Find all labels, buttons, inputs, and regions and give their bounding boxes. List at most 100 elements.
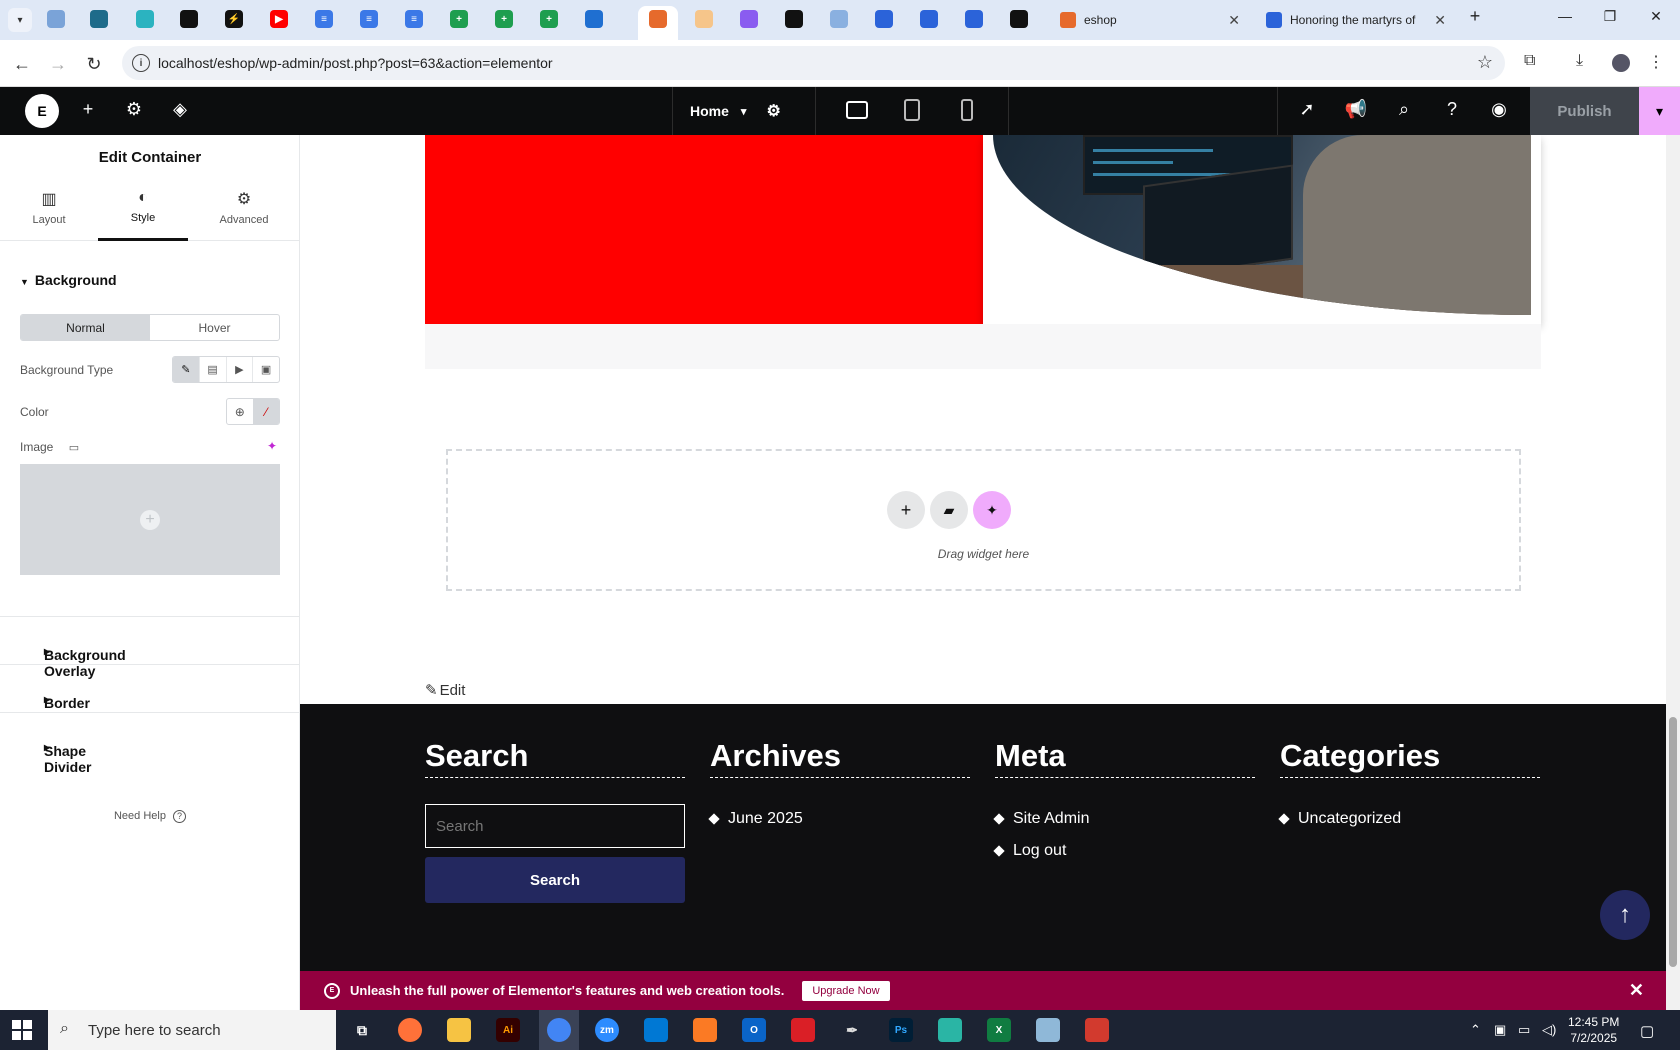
search-icon[interactable]: ⌕ [1392, 99, 1416, 120]
desktop-device-icon[interactable] [846, 101, 868, 119]
canvas-scrollbar[interactable] [1666, 135, 1680, 1010]
photoshop-icon[interactable]: Ps [889, 1018, 913, 1042]
template-library-folder-icon[interactable]: ▰ [930, 491, 968, 529]
notepad-icon[interactable] [1036, 1018, 1060, 1042]
publish-options-chevron-icon[interactable]: ▾ [1639, 87, 1680, 135]
preview-eye-icon[interactable]: ◉ [1487, 99, 1511, 120]
pinned-tab-icon[interactable] [740, 10, 758, 28]
page-settings-icon[interactable]: ⚙ [766, 101, 780, 121]
image-widget[interactable] [983, 135, 1541, 324]
pinned-tab-icon[interactable] [180, 10, 198, 28]
pinned-tab-icon[interactable] [695, 10, 713, 28]
restore-icon[interactable]: ❐ [1590, 8, 1630, 25]
browser-tab-eshop[interactable]: eshop ✕ [1050, 6, 1250, 34]
ai-sparkle-icon[interactable]: ✦ [267, 439, 277, 453]
pinned-tab-icon[interactable] [1010, 10, 1028, 28]
list-item[interactable]: Site Admin [993, 810, 1089, 828]
extensions-icon[interactable]: ⧉ [1524, 52, 1535, 70]
section-background-toggle[interactable]: ▼ Background [20, 272, 117, 288]
slideshow-icon[interactable]: ▣ [252, 357, 279, 382]
windows-start-icon[interactable] [12, 1020, 32, 1040]
section-shape-divider[interactable]: ▶ Shape Divider [0, 712, 300, 775]
add-widget-plus-icon[interactable]: + [887, 491, 925, 529]
filezilla-icon[interactable] [1085, 1018, 1109, 1042]
reload-icon[interactable]: ↻ [82, 52, 106, 76]
tab-advanced[interactable]: ⚙ Advanced [199, 181, 289, 241]
help-icon[interactable]: ? [1440, 99, 1464, 120]
outlook-icon[interactable]: O [742, 1018, 766, 1042]
tab-layout[interactable]: ▥ Layout [4, 181, 94, 241]
forms-tab-icon[interactable] [920, 10, 938, 28]
add-element-icon[interactable]: + [76, 99, 100, 120]
pinned-tab-icon[interactable] [830, 10, 848, 28]
pinned-tab-icon[interactable] [785, 10, 803, 28]
illustrator-icon[interactable]: Ai [496, 1018, 520, 1042]
pinned-tab-icon[interactable] [47, 10, 65, 28]
sheets-tab-icon[interactable]: + [495, 10, 513, 28]
docs-tab-icon[interactable]: ≡ [360, 10, 378, 28]
notifications-icon[interactable]: ▢ [1640, 1022, 1654, 1040]
pinned-tab-icon[interactable] [90, 10, 108, 28]
image-picker[interactable]: + [20, 464, 280, 575]
rocket-icon[interactable]: ➚ [1295, 99, 1319, 120]
list-item[interactable]: Log out [993, 842, 1089, 860]
bookmark-star-icon[interactable]: ☆ [1477, 52, 1493, 73]
publish-button[interactable]: Publish [1530, 87, 1639, 135]
forms-tab-icon[interactable] [875, 10, 893, 28]
sheets-tab-icon[interactable]: + [540, 10, 558, 28]
network-icon[interactable]: ▭ [1518, 1022, 1530, 1038]
pinned-tab-icon[interactable] [585, 10, 603, 28]
pen-tool-icon[interactable]: ✒ [840, 1018, 864, 1042]
ai-sparkle-icon[interactable]: ✦ [973, 491, 1011, 529]
gradient-icon[interactable]: ▤ [198, 357, 226, 382]
empty-container-dropzone[interactable]: + ▰ ✦ Drag widget here [446, 449, 1521, 591]
taskbar-clock[interactable]: 12:45 PM 7/2/2025 [1568, 1014, 1619, 1046]
video-icon[interactable]: ▶ [225, 357, 253, 382]
scrollbar-thumb[interactable] [1669, 717, 1677, 967]
new-tab-icon[interactable]: + [1455, 6, 1495, 27]
taskbar-search-box[interactable]: ⌕ Type here to search [48, 1010, 336, 1050]
sheets-tab-icon[interactable]: + [450, 10, 468, 28]
pinned-tab-icon[interactable]: ⚡ [225, 10, 243, 28]
upgrade-now-button[interactable]: Upgrade Now [802, 980, 890, 1001]
docs-tab-icon[interactable]: ≡ [315, 10, 333, 28]
forms-tab-icon[interactable] [965, 10, 983, 28]
list-item[interactable]: June 2025 [708, 810, 803, 828]
responsive-desktop-icon[interactable]: ▭ [69, 442, 79, 454]
classic-brush-icon[interactable]: ✎ [173, 357, 199, 382]
tab-search-menu-icon[interactable]: ▾ [8, 8, 32, 32]
need-help-link[interactable]: Need Help ? [0, 810, 300, 823]
forward-icon[interactable]: → [46, 52, 70, 76]
section-border[interactable]: ▶ Border [0, 664, 300, 712]
site-settings-icon[interactable]: ⚙ [122, 99, 146, 120]
red-container[interactable] [425, 135, 983, 324]
scroll-to-top-arrow-icon[interactable]: ↑ [1600, 890, 1650, 940]
xampp-tab-icon[interactable] [649, 10, 667, 28]
app-icon[interactable] [938, 1018, 962, 1042]
file-explorer-icon[interactable] [447, 1018, 471, 1042]
tray-app-icon[interactable]: ▣ [1494, 1022, 1506, 1038]
firefox-icon[interactable] [398, 1018, 422, 1042]
zoom-icon[interactable]: zm [595, 1018, 619, 1042]
vscode-icon[interactable] [644, 1018, 668, 1042]
list-item[interactable]: Uncategorized [1278, 810, 1401, 828]
excel-icon[interactable]: X [987, 1018, 1011, 1042]
elementor-logo-icon[interactable]: E [25, 94, 59, 128]
tab-style[interactable]: ◐ Style [98, 181, 188, 241]
task-view-icon[interactable]: ⧉ [350, 1018, 374, 1042]
xampp-icon[interactable] [693, 1018, 717, 1042]
tray-chevron-icon[interactable]: ⌃ [1470, 1022, 1481, 1038]
minimize-icon[interactable]: — [1545, 8, 1585, 24]
color-swatch-empty-icon[interactable]: ⁄ [252, 399, 279, 424]
site-info-icon[interactable]: i [132, 54, 150, 72]
pinned-tab-icon[interactable] [136, 10, 154, 28]
state-normal-tab[interactable]: Normal [21, 315, 150, 340]
state-hover-tab[interactable]: Hover [150, 315, 279, 340]
footer-search-button[interactable]: Search [425, 857, 685, 903]
page-selector[interactable]: Home ▾ ⚙ [672, 87, 815, 135]
tablet-device-icon[interactable] [904, 99, 920, 121]
footer-search-input[interactable] [425, 804, 685, 848]
browser-tab-honoring[interactable]: Honoring the martyrs of ✕ [1256, 6, 1456, 34]
address-bar[interactable]: i localhost/eshop/wp-admin/post.php?post… [122, 46, 1505, 80]
chrome-icon[interactable] [547, 1018, 571, 1042]
